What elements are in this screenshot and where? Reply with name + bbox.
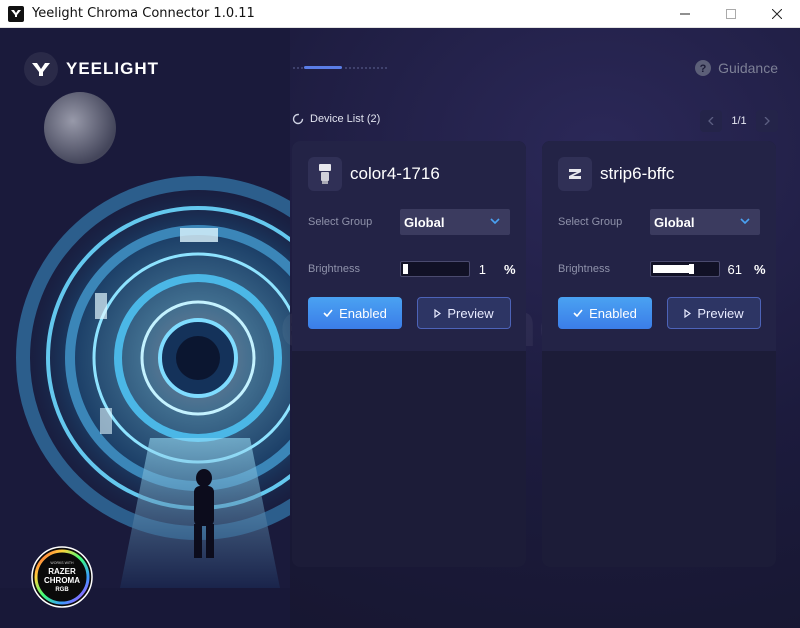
prev-page-button[interactable] (700, 110, 722, 132)
main-area: earthomeKit YEELIGHT ? Guidance Devic (0, 28, 800, 628)
minimize-button[interactable] (662, 0, 708, 28)
close-icon (772, 8, 782, 19)
chevron-left-icon (708, 117, 714, 125)
enabled-label: Enabled (589, 305, 637, 321)
page-indicator: 1/1 (731, 115, 747, 127)
brightness-slider-fill (653, 265, 691, 273)
progress-dots (293, 66, 387, 69)
device-list-header: Device List (2) (292, 113, 380, 125)
device-name: color4-1716 (350, 164, 440, 183)
enabled-button[interactable]: Enabled (308, 297, 402, 329)
play-icon (434, 308, 442, 318)
preview-label: Preview (697, 305, 744, 321)
device-list-label: Device List (2) (310, 113, 381, 125)
app-icon (8, 5, 24, 22)
device-card: strip6-bffc Select Group Global Brightne… (542, 141, 776, 567)
brightness-label: Brightness (558, 263, 610, 275)
razer-chroma-badge: WORKS WITH RAZER CHROMA RGB (31, 546, 93, 608)
brightness-value: 1 (478, 262, 486, 277)
maximize-button[interactable] (708, 0, 754, 28)
select-group-label: Select Group (308, 216, 373, 228)
maximize-icon (726, 8, 736, 19)
group-select[interactable]: Global (650, 209, 760, 235)
refresh-icon[interactable] (292, 113, 304, 125)
group-select-value: Global (654, 214, 695, 230)
brightness-label: Brightness (308, 263, 360, 275)
svg-text:?: ? (700, 63, 707, 75)
brand-logo: YEELIGHT (24, 52, 159, 86)
group-select[interactable]: Global (400, 209, 510, 235)
badge-line-3: RGB (55, 587, 69, 593)
brightness-slider-handle[interactable] (403, 264, 408, 274)
yeelight-logo-icon (24, 52, 58, 86)
brightness-unit: % (754, 262, 766, 277)
guidance-link[interactable]: ? Guidance (694, 59, 778, 77)
minimize-icon (680, 13, 690, 14)
preview-label: Preview (447, 305, 494, 321)
brightness-value: 61 (727, 262, 742, 277)
next-page-button[interactable] (756, 110, 778, 132)
guidance-label: Guidance (718, 60, 778, 76)
badge-small-text: WORKS WITH (50, 561, 74, 565)
close-button[interactable] (754, 0, 800, 28)
bulb-icon (308, 157, 342, 191)
play-icon (684, 308, 692, 318)
brightness-unit: % (504, 262, 516, 277)
device-card: color4-1716 Select Group Global Brightne… (292, 141, 526, 567)
chevron-down-icon (740, 218, 750, 224)
device-card-controls: strip6-bffc Select Group Global Brightne… (542, 141, 776, 351)
brand-name: YEELIGHT (66, 59, 160, 78)
device-card-controls: color4-1716 Select Group Global Brightne… (292, 141, 526, 351)
chevron-right-icon (764, 117, 770, 125)
help-icon: ? (695, 60, 712, 76)
pager: 1/1 (700, 110, 778, 132)
enabled-label: Enabled (339, 305, 387, 321)
badge-line-1: RAZER (48, 567, 76, 576)
hero-artwork (0, 28, 290, 628)
brightness-slider[interactable] (650, 261, 720, 277)
window-title: Yeelight Chroma Connector 1.0.11 (32, 6, 255, 21)
badge-line-2: CHROMA (44, 576, 80, 585)
chevron-down-icon (490, 218, 500, 224)
group-select-value: Global (404, 214, 445, 230)
check-icon (323, 309, 333, 317)
device-name: strip6-bffc (600, 164, 675, 183)
brightness-slider-handle[interactable] (689, 264, 694, 274)
preview-button[interactable]: Preview (417, 297, 511, 329)
window-titlebar: Yeelight Chroma Connector 1.0.11 (0, 0, 800, 28)
lightstrip-icon (558, 157, 592, 191)
check-icon (573, 309, 583, 317)
select-group-label: Select Group (558, 216, 623, 228)
preview-button[interactable]: Preview (667, 297, 761, 329)
enabled-button[interactable]: Enabled (558, 297, 652, 329)
